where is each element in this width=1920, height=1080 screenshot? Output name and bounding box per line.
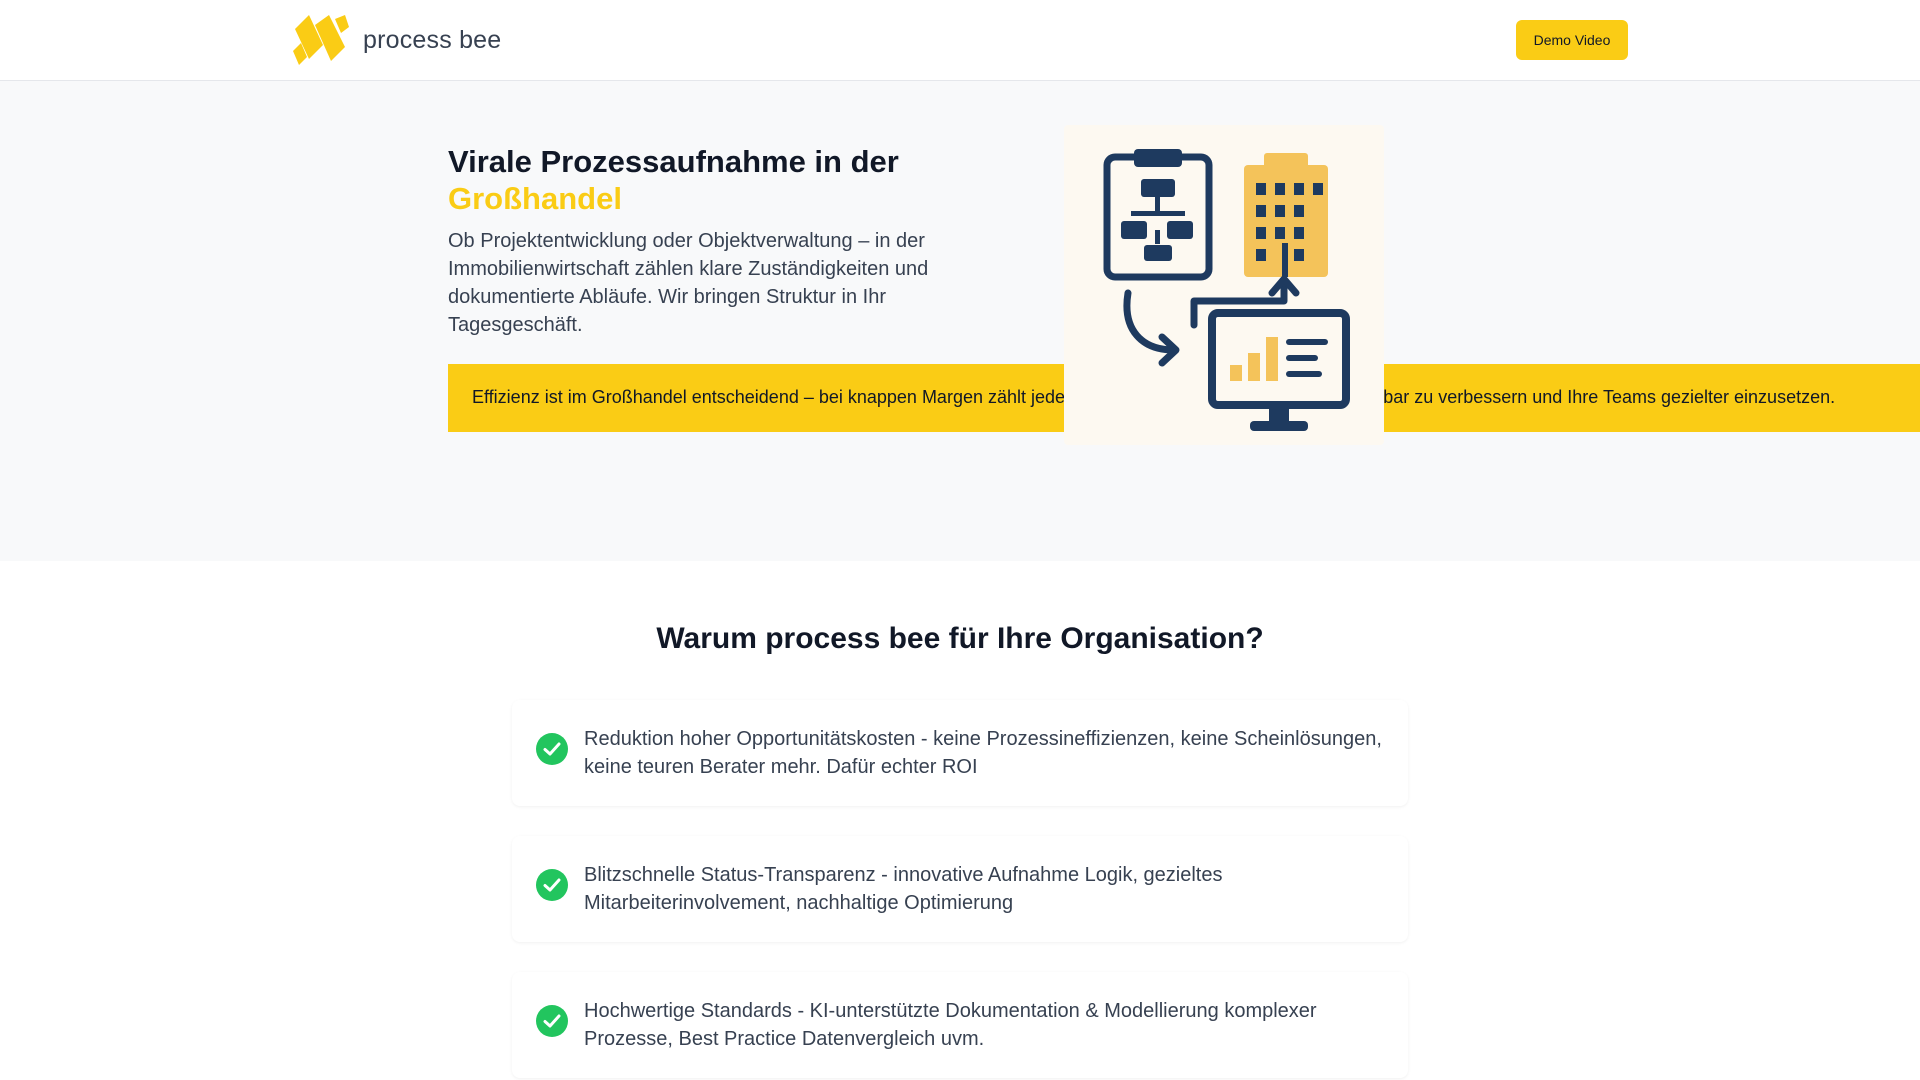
why-title: Warum process bee für Ihre Organisation? — [656, 622, 1264, 655]
logo-link[interactable]: process bee — [291, 15, 501, 65]
feature-card: Reduktion hoher Opportunitätskosten - ke… — [512, 700, 1408, 806]
monitor-chart-icon — [1208, 309, 1350, 431]
hero-subtitle: Ob Projektentwicklung oder Objektverwalt… — [448, 230, 929, 336]
logo-text: process bee — [363, 25, 502, 54]
check-circle-icon — [536, 1005, 568, 1037]
feature-text: Blitzschnelle Status-Transparenz - innov… — [584, 864, 1223, 914]
check-circle-icon — [536, 733, 568, 765]
process-illustration — [1103, 149, 1350, 431]
hero-title-line: Virale Prozessaufnahme in der — [448, 144, 899, 179]
arrow-down-icon — [1123, 289, 1180, 367]
feature-card: Hochwertige Standards - KI-unterstützte … — [512, 972, 1408, 1078]
feature-text: Hochwertige Standards - KI-unterstützte … — [584, 1000, 1317, 1050]
check-circle-icon — [536, 869, 568, 901]
hero-title: Virale Prozessaufnahme in der Großhandel — [448, 143, 968, 217]
navbar: process bee Demo Video — [0, 0, 1920, 81]
demo-video-button[interactable]: Demo Video — [1516, 20, 1628, 60]
feature-text: Reduktion hoher Opportunitätskosten - ke… — [584, 728, 1382, 778]
hero-illustration — [1064, 125, 1384, 445]
hero-title-highlight: Großhandel — [448, 181, 622, 216]
logo-icon — [293, 15, 349, 65]
hero-section: Virale Prozessaufnahme in der Großhandel… — [0, 81, 1920, 561]
flowchart-clipboard-icon — [1103, 149, 1213, 281]
building-icon — [1244, 153, 1328, 277]
feature-card: Blitzschnelle Status-Transparenz - innov… — [512, 836, 1408, 942]
